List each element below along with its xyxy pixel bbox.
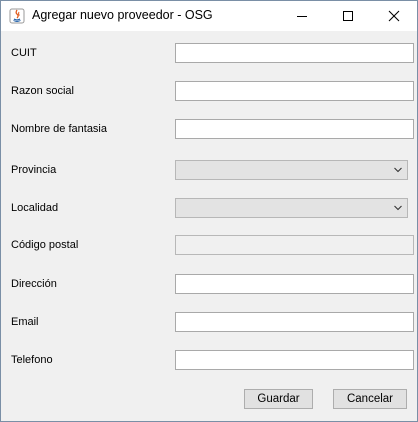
title-bar[interactable]: Agregar nuevo proveedor - OSG [1, 1, 417, 31]
maximize-button[interactable] [325, 1, 371, 31]
minimize-button[interactable] [279, 1, 325, 31]
email-label: Email [11, 316, 39, 328]
close-icon [388, 10, 400, 22]
maximize-icon [343, 11, 353, 21]
telefono-input[interactable] [175, 350, 414, 370]
window-title: Agregar nuevo proveedor - OSG [32, 8, 213, 22]
save-button[interactable]: Guardar [244, 389, 313, 409]
direccion-input[interactable] [175, 274, 414, 294]
cuit-input[interactable] [175, 43, 414, 63]
minimize-icon [297, 16, 307, 17]
dialog-window: Agregar nuevo proveedor - OSG CUIT Razon… [0, 0, 418, 422]
telefono-label: Telefono [11, 354, 53, 366]
nombre-fantasia-label: Nombre de fantasia [11, 123, 107, 135]
cuit-label: CUIT [11, 47, 37, 59]
cancel-button[interactable]: Cancelar [333, 389, 407, 409]
codigo-postal-input [175, 235, 414, 255]
chevron-down-icon [394, 167, 402, 173]
chevron-down-icon [394, 205, 402, 211]
direccion-label: Dirección [11, 278, 57, 290]
razon-social-input[interactable] [175, 81, 414, 101]
java-icon [9, 8, 25, 24]
nombre-fantasia-input[interactable] [175, 119, 414, 139]
close-button[interactable] [371, 1, 417, 31]
codigo-postal-label: Código postal [11, 239, 79, 251]
provincia-label: Provincia [11, 164, 57, 176]
razon-social-label: Razon social [11, 85, 74, 97]
form-panel: CUIT Razon social Nombre de fantasia Pro… [1, 31, 417, 421]
localidad-select[interactable] [175, 198, 408, 218]
localidad-label: Localidad [11, 202, 59, 214]
provincia-select[interactable] [175, 160, 408, 180]
email-input[interactable] [175, 312, 414, 332]
